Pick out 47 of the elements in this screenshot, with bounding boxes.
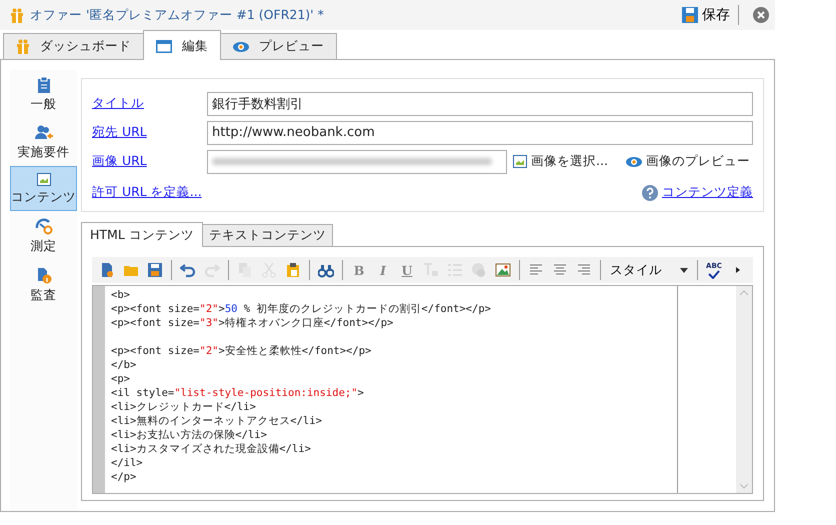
sidebar-label: 測定 bbox=[30, 238, 56, 255]
tab-label: ダッシュボード bbox=[40, 38, 131, 55]
preview-image-button[interactable]: 画像のプレビュー bbox=[626, 153, 750, 170]
document-info-icon bbox=[36, 267, 52, 284]
clipboard-icon bbox=[36, 77, 50, 93]
field-link[interactable]: 画像 URL bbox=[92, 153, 207, 170]
people-icon bbox=[34, 125, 52, 141]
tab[interactable]: HTML コンテンツ bbox=[81, 222, 203, 247]
tab[interactable]: プレビュー bbox=[220, 33, 337, 59]
eye-icon bbox=[626, 156, 642, 166]
gift-icon bbox=[10, 8, 24, 22]
sidebar-item[interactable]: 一般 bbox=[10, 70, 77, 118]
save-icon bbox=[682, 7, 698, 23]
tab-label: 編集 bbox=[182, 38, 208, 55]
save-button[interactable]: 保存 bbox=[682, 5, 739, 25]
field-link[interactable]: 宛先 URL bbox=[92, 124, 207, 141]
sidebar-item[interactable]: 測定 bbox=[10, 211, 77, 260]
input-field[interactable]: http://www.neobank.com bbox=[207, 120, 753, 144]
eye-icon bbox=[233, 42, 249, 52]
content-definition-link[interactable]: コンテンツ定義 bbox=[662, 184, 753, 201]
sidebar-label: コンテンツ bbox=[11, 189, 76, 206]
tab[interactable]: 編集 bbox=[143, 30, 221, 60]
select-image-button[interactable]: 画像を選択... bbox=[513, 153, 608, 170]
close-icon[interactable] bbox=[753, 7, 769, 23]
tab-label: プレビュー bbox=[259, 38, 324, 55]
gauge-icon bbox=[34, 218, 52, 235]
caret-icon bbox=[680, 268, 688, 272]
tab[interactable]: ダッシュボード bbox=[3, 33, 144, 59]
input-field[interactable]: 銀行手数料割引 bbox=[207, 92, 753, 116]
sidebar-label: 実施要件 bbox=[18, 144, 70, 161]
style-dropdown[interactable]: スタイル bbox=[606, 259, 692, 281]
sidebar-label: 監査 bbox=[30, 287, 56, 304]
image-icon bbox=[36, 173, 50, 186]
image-icon bbox=[513, 155, 527, 168]
field-link[interactable]: タイトル bbox=[92, 95, 207, 112]
sidebar-label: 一般 bbox=[30, 96, 56, 113]
help-icon bbox=[642, 184, 658, 200]
tab[interactable]: テキストコンテンツ bbox=[202, 224, 333, 246]
sidebar-item[interactable]: 監査 bbox=[10, 260, 77, 309]
window-title: オファー '匿名プレミアムオファー #1 (OFR21)' * bbox=[30, 6, 325, 24]
allowed-urls-link[interactable]: 許可 URL を定義... bbox=[92, 184, 202, 201]
sidebar-item[interactable]: コンテンツ bbox=[10, 166, 77, 211]
image-url-field[interactable] bbox=[207, 150, 507, 174]
window-icon bbox=[156, 40, 172, 53]
check-icon bbox=[708, 270, 720, 278]
gift-icon bbox=[16, 39, 30, 54]
sidebar-item[interactable]: 実施要件 bbox=[10, 118, 77, 166]
